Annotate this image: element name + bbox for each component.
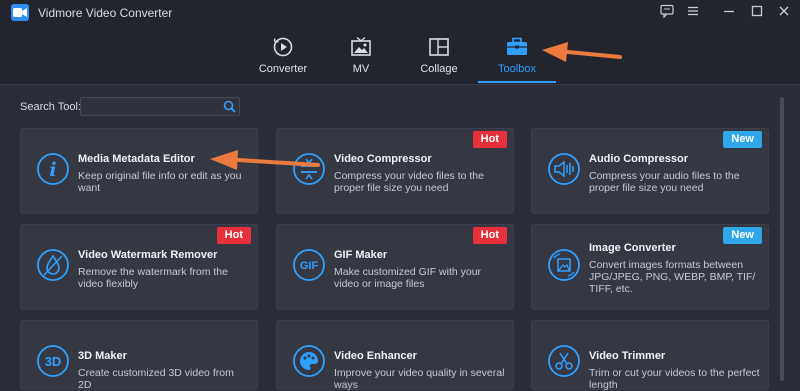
app-logo-icon — [11, 4, 29, 21]
svg-text:i: i — [49, 159, 56, 181]
app-title: Vidmore Video Converter — [38, 6, 173, 20]
tool-description: Create customized 3D video from 2D — [78, 367, 234, 391]
palette-icon — [291, 343, 327, 379]
tool-title: Video Trimmer — [589, 350, 666, 362]
title-bar: Vidmore Video Converter — [0, 0, 800, 26]
menu-icon[interactable] — [683, 4, 703, 22]
tool-card-image-converter[interactable]: Image Converter Convert images formats b… — [531, 224, 769, 310]
close-icon[interactable] — [774, 4, 794, 22]
tool-title: Media Metadata Editor — [78, 153, 195, 165]
tab-mv-label: MV — [352, 63, 370, 75]
tool-card-video-enhancer[interactable]: Video Enhancer Improve your video qualit… — [276, 320, 514, 391]
tool-card-video-trimmer[interactable]: Video Trimmer Trim or cut your videos to… — [531, 320, 769, 391]
svg-text:3D: 3D — [45, 354, 62, 369]
search-box — [80, 97, 240, 116]
tool-description: Improve your video quality in several wa… — [334, 367, 505, 391]
active-tab-indicator — [478, 81, 556, 83]
tab-converter-label: Converter — [258, 63, 308, 75]
tool-description: Compress your video files to the proper … — [334, 170, 484, 194]
tool-card-video-watermark-remover[interactable]: Video Watermark Remover Remove the water… — [20, 224, 258, 310]
tool-title: Video Compressor — [334, 153, 432, 165]
scissors-icon — [546, 343, 582, 379]
tool-description: Keep original file info or edit as you w… — [78, 170, 242, 194]
tool-title: Video Watermark Remover — [78, 249, 218, 261]
minimize-icon[interactable] — [719, 4, 739, 22]
tool-card-video-compressor[interactable]: Video Compressor Compress your video fil… — [276, 128, 514, 214]
tool-card-gif-maker[interactable]: GIF GIF Maker Make customized GIF with y… — [276, 224, 514, 310]
search-icon[interactable] — [223, 100, 236, 118]
tab-converter[interactable]: Converter — [244, 26, 322, 84]
main-nav: Converter MV Collage Toolbox — [0, 26, 800, 85]
feedback-icon[interactable] — [657, 4, 677, 22]
audio-compress-icon — [546, 151, 582, 187]
mv-icon — [322, 36, 400, 58]
scrollbar[interactable] — [780, 97, 784, 381]
tool-description: Compress your audio files to the proper … — [589, 170, 740, 194]
toolbox-icon — [478, 36, 556, 58]
tool-description: Trim or cut your videos to the perfect l… — [589, 367, 760, 391]
3d-icon: 3D — [35, 343, 71, 379]
maximize-icon[interactable] — [747, 4, 767, 22]
new-badge: New — [723, 131, 762, 148]
tool-card-audio-compressor[interactable]: Audio Compressor Compress your audio fil… — [531, 128, 769, 214]
svg-text:GIF: GIF — [300, 260, 319, 272]
tool-title: Image Converter — [589, 242, 676, 254]
tool-title: 3D Maker — [78, 350, 127, 362]
gif-icon: GIF — [291, 247, 327, 283]
search-label: Search Tool: — [20, 101, 81, 113]
tool-description: Make customized GIF with your video or i… — [334, 266, 482, 290]
converter-icon — [244, 36, 322, 58]
tab-collage[interactable]: Collage — [400, 26, 478, 84]
tool-card-media-metadata-editor[interactable]: i Media Metadata Editor Keep original fi… — [20, 128, 258, 214]
tab-mv[interactable]: MV — [322, 26, 400, 84]
tab-collage-label: Collage — [420, 63, 458, 75]
collage-icon — [400, 36, 478, 58]
hot-badge: Hot — [216, 227, 251, 244]
tool-title: Audio Compressor — [589, 153, 689, 165]
new-badge: New — [723, 227, 762, 244]
image-convert-icon — [546, 247, 582, 283]
search-input[interactable] — [85, 99, 217, 116]
watermark-remove-icon — [35, 247, 71, 283]
tool-description: Convert images formats between JPG/JPEG,… — [589, 259, 756, 295]
tool-card-3d-maker[interactable]: 3D 3D Maker Create customized 3D video f… — [20, 320, 258, 391]
info-icon: i — [35, 151, 71, 187]
tool-title: Video Enhancer — [334, 350, 417, 362]
tab-toolbox[interactable]: Toolbox — [478, 26, 556, 84]
tool-description: Remove the watermark from the video flex… — [78, 266, 228, 290]
tab-toolbox-label: Toolbox — [498, 63, 536, 75]
compress-icon — [291, 151, 327, 187]
hot-badge: Hot — [472, 131, 507, 148]
hot-badge: Hot — [472, 227, 507, 244]
tool-title: GIF Maker — [334, 249, 388, 261]
